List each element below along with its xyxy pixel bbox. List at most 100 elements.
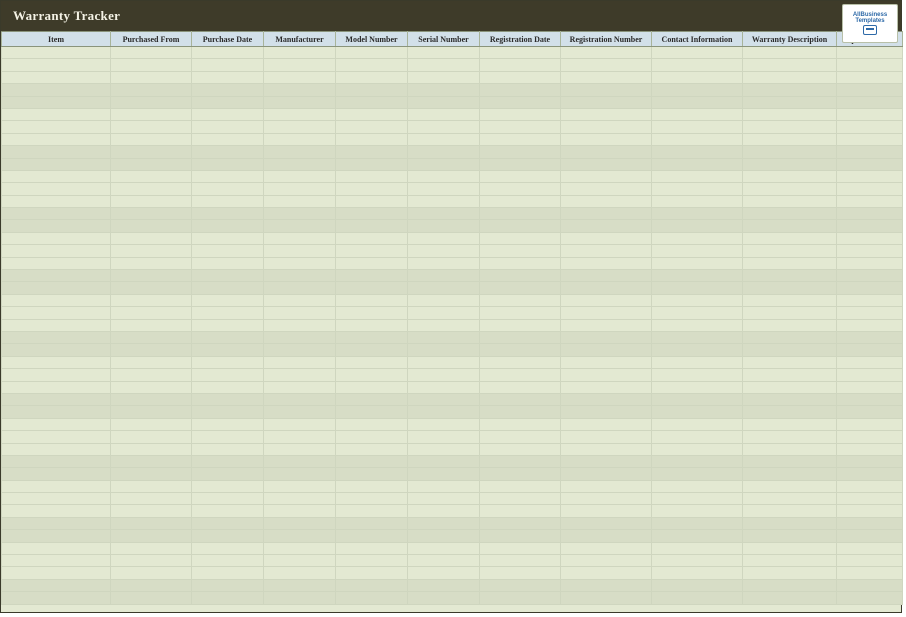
table-cell[interactable] bbox=[561, 381, 652, 393]
table-cell[interactable] bbox=[652, 146, 743, 158]
table-cell[interactable] bbox=[652, 195, 743, 207]
table-cell[interactable] bbox=[192, 455, 264, 467]
table-cell[interactable] bbox=[561, 369, 652, 381]
table-cell[interactable] bbox=[743, 393, 837, 405]
table-cell[interactable] bbox=[652, 183, 743, 195]
table-cell[interactable] bbox=[652, 505, 743, 517]
table-cell[interactable] bbox=[264, 71, 336, 83]
table-cell[interactable] bbox=[652, 393, 743, 405]
table-cell[interactable] bbox=[561, 195, 652, 207]
table-cell[interactable] bbox=[2, 319, 111, 331]
table-cell[interactable] bbox=[480, 183, 561, 195]
table-cell[interactable] bbox=[336, 319, 408, 331]
table-cell[interactable] bbox=[2, 393, 111, 405]
table-cell[interactable] bbox=[336, 443, 408, 455]
col-manufacturer[interactable]: Manufacturer bbox=[264, 32, 336, 47]
table-cell[interactable] bbox=[837, 431, 903, 443]
table-cell[interactable] bbox=[111, 96, 192, 108]
table-cell[interactable] bbox=[2, 71, 111, 83]
table-cell[interactable] bbox=[408, 331, 480, 343]
table-cell[interactable] bbox=[837, 468, 903, 480]
table-cell[interactable] bbox=[561, 121, 652, 133]
table-cell[interactable] bbox=[480, 133, 561, 145]
table-cell[interactable] bbox=[561, 530, 652, 542]
table-cell[interactable] bbox=[837, 307, 903, 319]
table-cell[interactable] bbox=[652, 431, 743, 443]
table-cell[interactable] bbox=[2, 146, 111, 158]
table-cell[interactable] bbox=[264, 517, 336, 529]
table-cell[interactable] bbox=[837, 567, 903, 579]
table-cell[interactable] bbox=[264, 505, 336, 517]
table-cell[interactable] bbox=[264, 331, 336, 343]
table-cell[interactable] bbox=[652, 530, 743, 542]
table-cell[interactable] bbox=[192, 282, 264, 294]
table-cell[interactable] bbox=[480, 431, 561, 443]
table-cell[interactable] bbox=[336, 369, 408, 381]
table-cell[interactable] bbox=[2, 245, 111, 257]
table-cell[interactable] bbox=[2, 282, 111, 294]
table-cell[interactable] bbox=[652, 567, 743, 579]
table-cell[interactable] bbox=[2, 505, 111, 517]
table-cell[interactable] bbox=[192, 257, 264, 269]
table-cell[interactable] bbox=[480, 245, 561, 257]
table-cell[interactable] bbox=[264, 270, 336, 282]
table-cell[interactable] bbox=[111, 270, 192, 282]
table-cell[interactable] bbox=[408, 294, 480, 306]
table-cell[interactable] bbox=[336, 108, 408, 120]
table-cell[interactable] bbox=[2, 418, 111, 430]
table-cell[interactable] bbox=[192, 294, 264, 306]
table-cell[interactable] bbox=[111, 195, 192, 207]
table-cell[interactable] bbox=[2, 344, 111, 356]
table-cell[interactable] bbox=[743, 505, 837, 517]
table-cell[interactable] bbox=[111, 567, 192, 579]
table-cell[interactable] bbox=[561, 431, 652, 443]
table-cell[interactable] bbox=[561, 579, 652, 591]
table-cell[interactable] bbox=[264, 47, 336, 59]
table-cell[interactable] bbox=[561, 493, 652, 505]
table-cell[interactable] bbox=[837, 579, 903, 591]
table-cell[interactable] bbox=[743, 406, 837, 418]
table-cell[interactable] bbox=[837, 369, 903, 381]
table-cell[interactable] bbox=[192, 319, 264, 331]
table-cell[interactable] bbox=[2, 542, 111, 554]
table-cell[interactable] bbox=[192, 431, 264, 443]
table-cell[interactable] bbox=[192, 592, 264, 604]
table-cell[interactable] bbox=[837, 84, 903, 96]
table-cell[interactable] bbox=[336, 208, 408, 220]
table-cell[interactable] bbox=[837, 71, 903, 83]
table-cell[interactable] bbox=[336, 480, 408, 492]
table-cell[interactable] bbox=[652, 381, 743, 393]
table-cell[interactable] bbox=[561, 567, 652, 579]
table-cell[interactable] bbox=[2, 455, 111, 467]
table-cell[interactable] bbox=[264, 146, 336, 158]
table-cell[interactable] bbox=[561, 443, 652, 455]
table-cell[interactable] bbox=[480, 108, 561, 120]
table-cell[interactable] bbox=[743, 146, 837, 158]
table-cell[interactable] bbox=[192, 542, 264, 554]
table-cell[interactable] bbox=[408, 418, 480, 430]
table-cell[interactable] bbox=[743, 121, 837, 133]
table-cell[interactable] bbox=[408, 567, 480, 579]
table-cell[interactable] bbox=[192, 505, 264, 517]
table-cell[interactable] bbox=[743, 579, 837, 591]
table-cell[interactable] bbox=[652, 592, 743, 604]
table-cell[interactable] bbox=[2, 443, 111, 455]
table-cell[interactable] bbox=[264, 195, 336, 207]
table-cell[interactable] bbox=[837, 319, 903, 331]
table-cell[interactable] bbox=[652, 232, 743, 244]
table-cell[interactable] bbox=[837, 505, 903, 517]
table-cell[interactable] bbox=[192, 183, 264, 195]
table-cell[interactable] bbox=[561, 232, 652, 244]
table-cell[interactable] bbox=[652, 257, 743, 269]
table-cell[interactable] bbox=[652, 47, 743, 59]
table-cell[interactable] bbox=[743, 183, 837, 195]
table-cell[interactable] bbox=[264, 158, 336, 170]
table-cell[interactable] bbox=[743, 344, 837, 356]
table-cell[interactable] bbox=[480, 579, 561, 591]
table-cell[interactable] bbox=[837, 592, 903, 604]
col-contact-information[interactable]: Contact Information bbox=[652, 32, 743, 47]
table-cell[interactable] bbox=[111, 393, 192, 405]
table-cell[interactable] bbox=[408, 96, 480, 108]
table-cell[interactable] bbox=[111, 530, 192, 542]
table-cell[interactable] bbox=[2, 567, 111, 579]
